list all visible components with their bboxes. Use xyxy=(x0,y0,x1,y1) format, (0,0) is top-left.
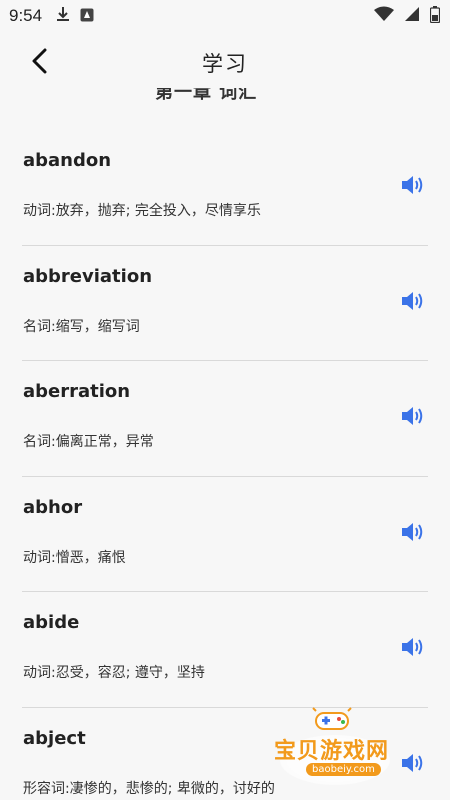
word-item[interactable]: aberration 名词:偏离正常，异常 xyxy=(22,361,428,477)
download-icon xyxy=(56,6,70,26)
pronounce-button[interactable] xyxy=(400,636,426,662)
speaker-icon xyxy=(401,290,425,316)
status-icons-left xyxy=(56,6,94,26)
pronounce-button[interactable] xyxy=(400,405,426,431)
watermark-title: 宝贝游戏网 xyxy=(274,739,390,764)
speaker-icon xyxy=(401,174,425,200)
word-item[interactable]: abbreviation 名词:缩写，缩写词 xyxy=(22,246,428,362)
clipped-section-heading: 第一章 词汇 xyxy=(155,88,258,102)
pronounce-button[interactable] xyxy=(400,752,426,778)
pronounce-button[interactable] xyxy=(400,174,426,200)
signal-icon xyxy=(404,6,420,26)
word-term: abject xyxy=(23,727,86,749)
app-notification-icon xyxy=(80,7,94,26)
speaker-icon xyxy=(401,636,425,662)
pronounce-button[interactable] xyxy=(400,521,426,547)
pronounce-button[interactable] xyxy=(400,290,426,316)
word-term: aberration xyxy=(23,381,131,403)
word-definition: 形容词:凄惨的，悲惨的; 卑微的，讨好的 xyxy=(23,780,275,797)
word-definition: 动词:放弃，抛弃; 完全投入，尽情享乐 xyxy=(23,203,261,219)
word-list: abandon 动词:放弃，抛弃; 完全投入，尽情享乐 abbreviation… xyxy=(0,130,450,800)
app-header: 学习 xyxy=(0,32,450,94)
wifi-icon xyxy=(374,6,394,26)
speaker-icon xyxy=(401,405,425,431)
word-term: abandon xyxy=(23,150,112,171)
word-definition: 名词:缩写，缩写词 xyxy=(23,318,140,335)
word-term: abbreviation xyxy=(23,265,153,287)
word-definition: 名词:偏离正常，异常 xyxy=(23,434,154,451)
word-term: abide xyxy=(23,612,80,634)
watermark-url: baobeiy.com xyxy=(306,763,381,776)
word-definition: 动词:忍受，容忍; 遵守，坚持 xyxy=(23,665,205,682)
word-item[interactable]: abhor 动词:憎恶，痛恨 xyxy=(22,477,428,593)
battery-icon xyxy=(429,5,441,27)
word-term: abhor xyxy=(23,496,83,518)
page-title: 学习 xyxy=(202,52,248,76)
word-definition: 动词:憎恶，痛恨 xyxy=(23,549,126,566)
watermark-logo: 宝贝游戏网 baobeiy.com xyxy=(270,705,395,785)
word-item[interactable]: abandon 动词:放弃，抛弃; 完全投入，尽情享乐 xyxy=(22,130,428,246)
chevron-left-icon xyxy=(31,48,47,78)
back-button[interactable] xyxy=(22,46,56,80)
word-item[interactable]: abide 动词:忍受，容忍; 遵守，坚持 xyxy=(22,592,428,708)
speaker-icon xyxy=(401,752,425,778)
status-bar: 9:54 xyxy=(0,0,450,32)
status-icons-right xyxy=(374,5,441,27)
status-time: 9:54 xyxy=(9,6,43,25)
speaker-icon xyxy=(401,521,425,547)
